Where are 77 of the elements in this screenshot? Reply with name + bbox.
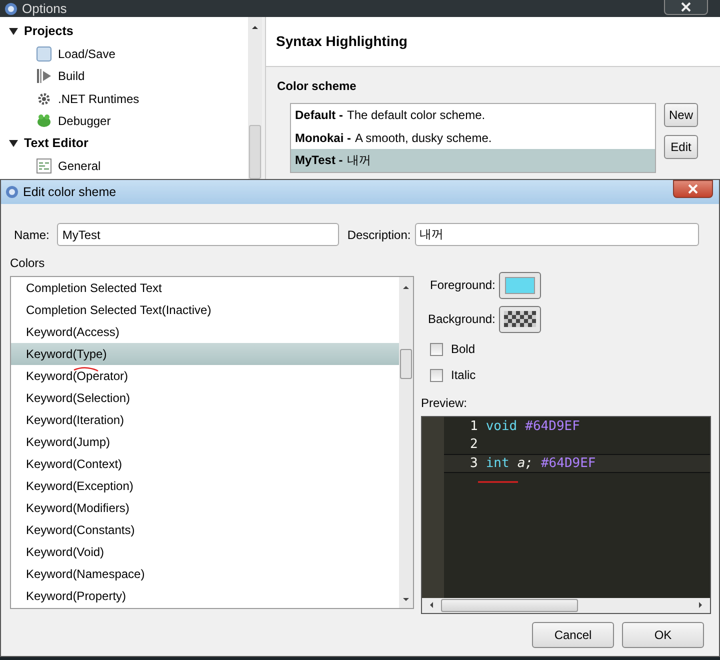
code-token: int [486,454,510,472]
field-label: Description: [347,226,411,244]
close-icon [688,184,698,194]
name-field[interactable]: MyTest [57,223,340,246]
new-button[interactable]: New [664,103,698,127]
scrollbar-thumb[interactable] [441,599,578,612]
description-field[interactable]: 내꺼 [414,223,699,246]
code-token: void [486,418,518,436]
color-list-item[interactable]: Keyword(Exception) [11,475,399,497]
section-heading: Syntax Highlighting [266,17,720,67]
line-number: 1 [470,418,478,436]
document-icon [36,158,52,174]
color-list-item[interactable]: Keyword(Operator) [11,365,399,387]
gear-icon [36,90,52,107]
group-label: Colors [10,255,46,272]
code-token: #64D9EF [540,454,596,472]
scheme-list-item[interactable]: Default - The default color scheme. [291,104,655,126]
color-list-item[interactable]: Completion Selected Text [11,277,399,299]
scrollbar-thumb[interactable] [249,125,261,179]
close-button[interactable] [673,180,713,198]
scheme-list-item[interactable]: MyTest - 내꺼 [291,149,655,172]
tree-item[interactable]: General [58,157,101,176]
color-list-item[interactable]: Completion Selected Text(Inactive) [11,299,399,321]
tree-item[interactable]: Debugger [58,112,111,130]
scrollbar[interactable] [399,277,413,608]
frog-icon [36,113,52,130]
build-icon [36,68,52,84]
expanded-arrow-icon[interactable] [9,139,18,148]
window-title: Options [22,0,67,18]
background-color-button[interactable] [499,306,542,332]
app-icon [4,2,18,16]
group-label: Color scheme [277,78,358,95]
checkbox[interactable] [430,342,443,356]
tree-item[interactable]: .NET Runtimes [58,90,140,108]
ok-button[interactable]: OK [622,622,704,648]
checkbox-label: Italic [451,367,476,384]
scrollbar[interactable] [422,598,710,613]
color-list-item[interactable]: Keyword(Property) [11,585,399,607]
color-list-item[interactable]: Keyword(Jump) [11,431,399,453]
color-list-item[interactable]: Keyword(Namespace) [11,563,399,585]
tree-item[interactable]: Projects [24,22,74,41]
color-list-item[interactable]: Keyword(Context) [11,453,399,475]
code-token: #64D9EF [525,418,580,436]
tree-item[interactable]: Load/Save [58,44,116,63]
line-number: 3 [470,454,478,472]
color-list-item[interactable]: Keyword(Type) [11,343,399,365]
annotation-underline [477,480,519,484]
cancel-button[interactable]: Cancel [532,622,614,648]
window-title: Edit color sheme [23,184,116,201]
line-number: 2 [470,436,478,454]
tree-item[interactable]: Text Editor [24,134,88,154]
checkbox-label: Bold [451,341,476,358]
foreground-color-button[interactable] [499,272,542,298]
edit-button[interactable]: Edit [664,135,698,159]
checkbox[interactable] [430,368,443,382]
code-token: a; [517,454,533,472]
transparent-swatch-icon [504,311,536,327]
color-list-item[interactable]: Keyword(Void) [11,541,399,563]
folder-icon [36,46,52,62]
annotation-underline [73,366,99,372]
expanded-arrow-icon[interactable] [9,26,18,36]
group-label: Preview: [421,395,468,412]
color-list-item[interactable]: Keyword(Constants) [11,519,399,541]
scrollbar[interactable] [248,17,262,179]
close-button[interactable] [664,0,708,15]
scrollbar-thumb[interactable] [400,349,412,379]
field-label: Background: [428,311,496,328]
color-list-item[interactable]: Keyword(Modifiers) [11,497,399,519]
tree-item[interactable]: Build [58,67,85,86]
field-label: Name: [14,226,50,244]
close-icon [681,2,691,12]
field-label: Foreground: [430,277,496,294]
scheme-list-item[interactable]: Monokai - A smooth, dusky scheme. [291,126,655,149]
color-list-item[interactable]: Keyword(Iteration) [11,409,399,431]
color-list-item[interactable]: Keyword(Access) [11,321,399,343]
app-icon [5,185,19,199]
color-list-item[interactable]: Keyword(Selection) [11,387,399,409]
